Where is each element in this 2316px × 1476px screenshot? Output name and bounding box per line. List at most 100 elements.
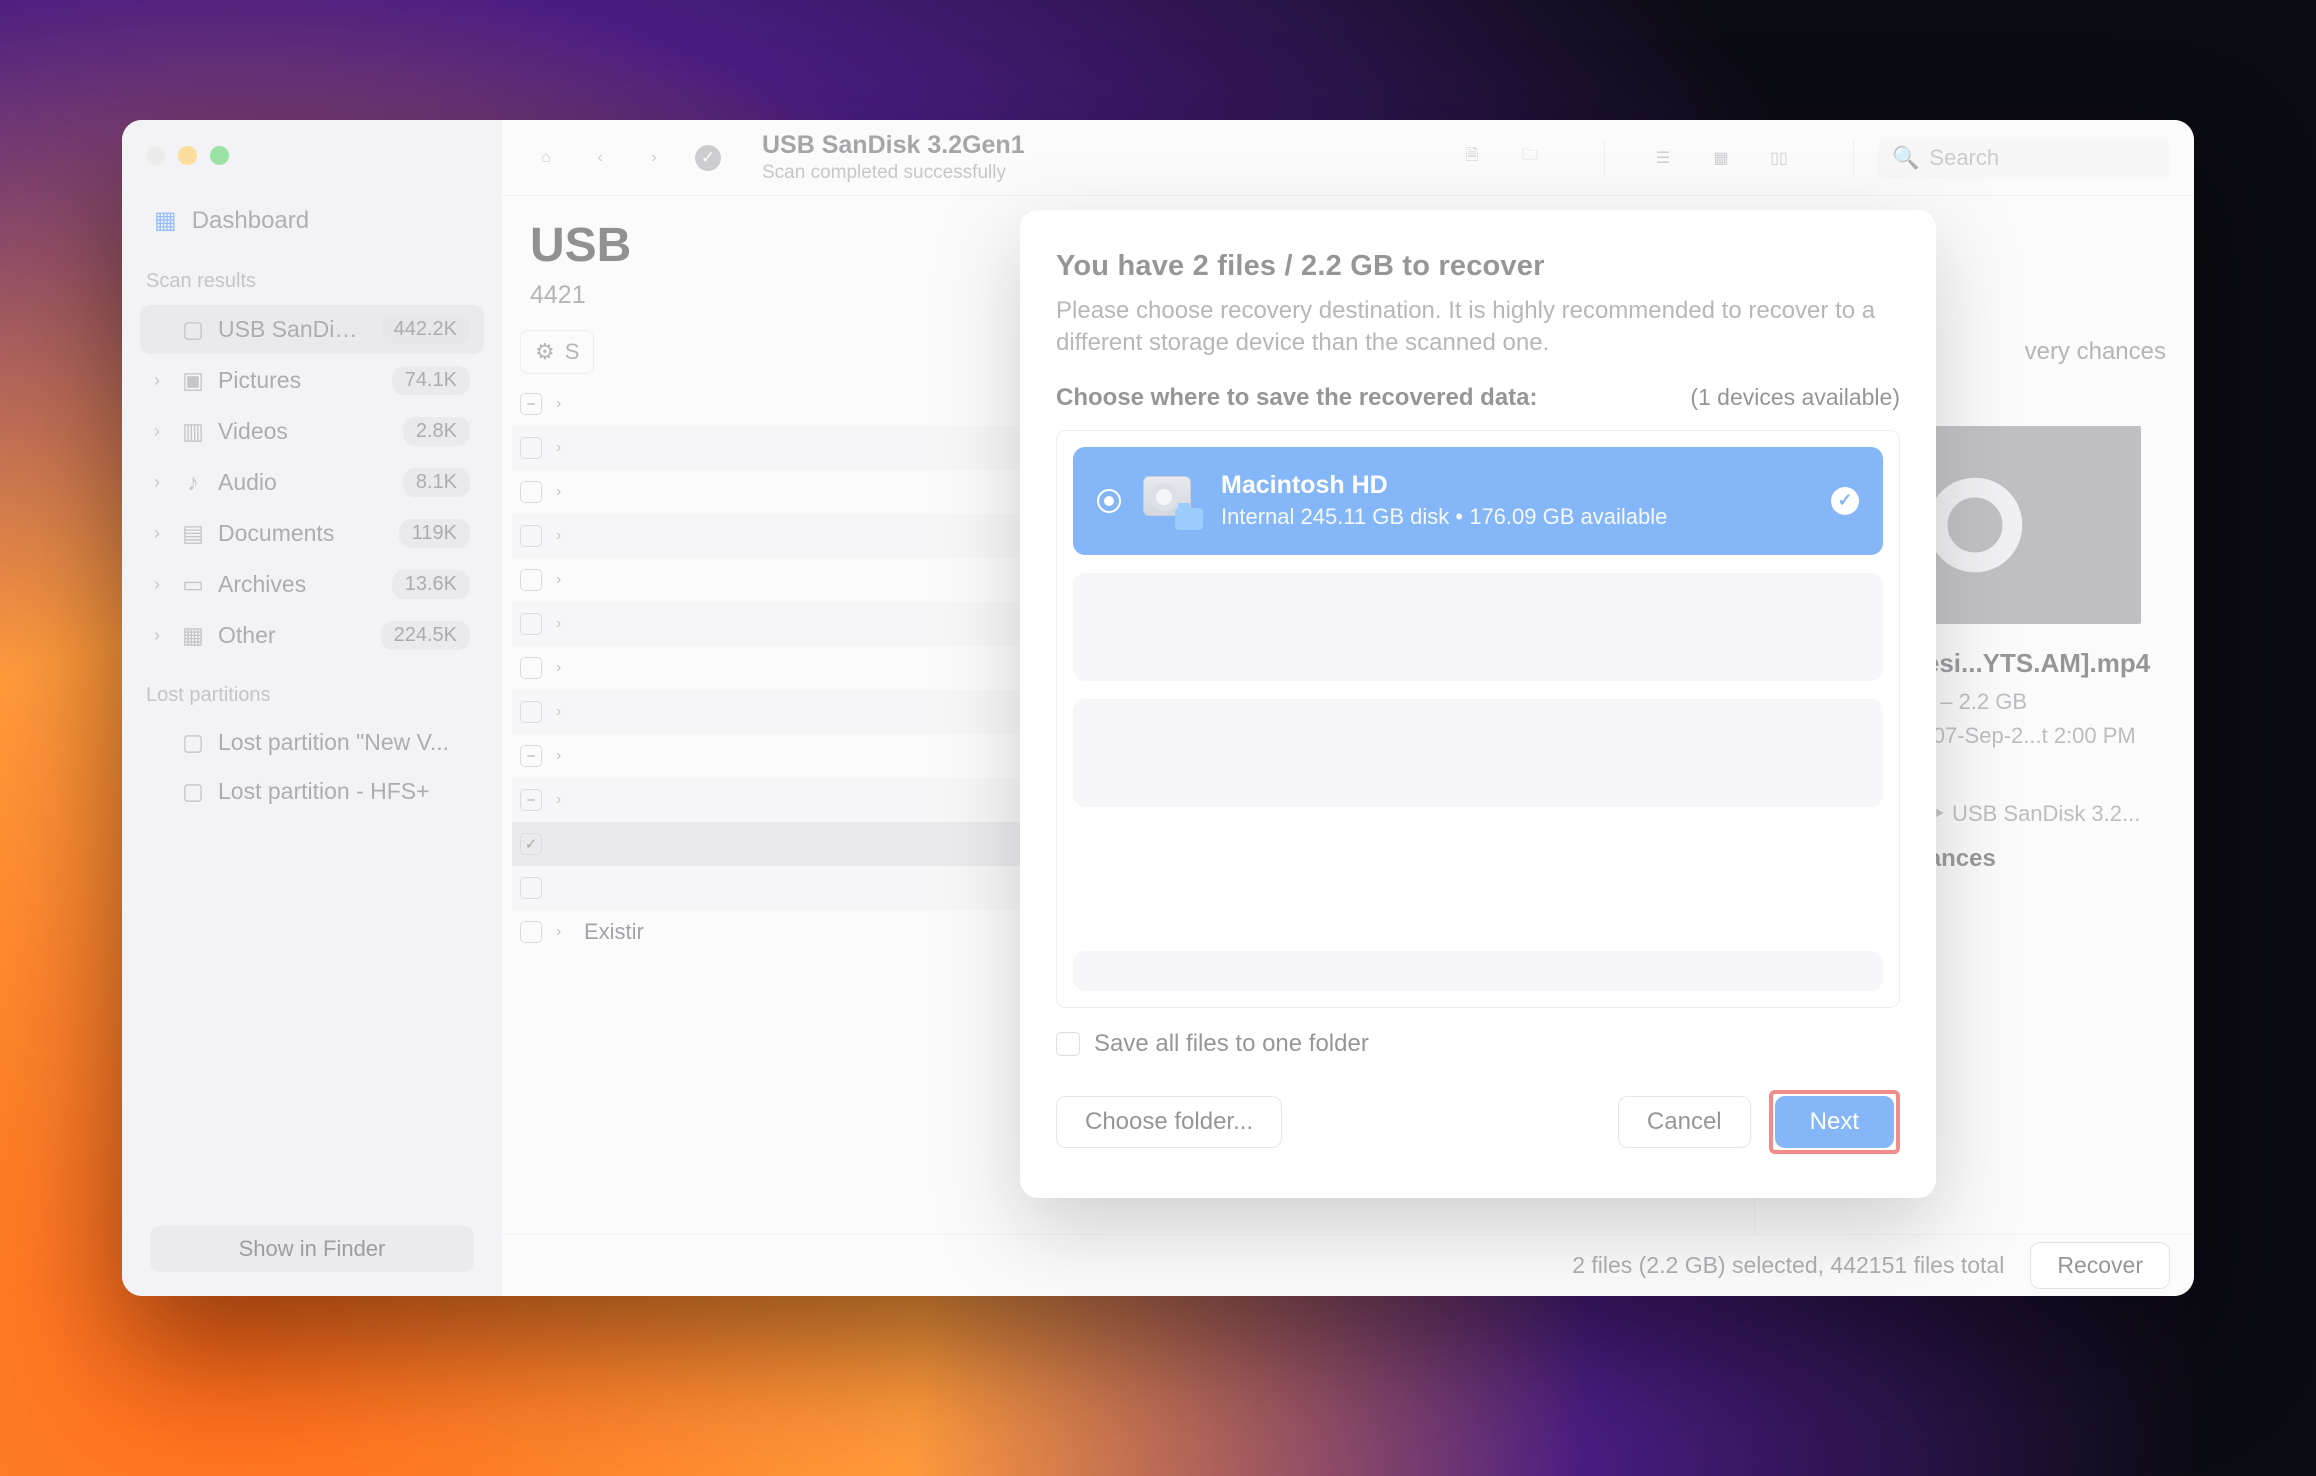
loading-ring-icon bbox=[1920, 470, 2030, 580]
toolbar-view-modes: ☰ ▦ ▯▯ bbox=[1629, 132, 1813, 184]
folder-icon[interactable]: 🗀 bbox=[1510, 138, 1550, 178]
grid-icon: ▦ bbox=[154, 206, 177, 235]
check-circle-icon: ✓ bbox=[1831, 487, 1859, 515]
count-badge: 74.1K bbox=[392, 366, 470, 395]
search-box[interactable]: 🔍 Search bbox=[1878, 137, 2170, 179]
choose-destination-label: Choose where to save the recovered data: bbox=[1056, 384, 1538, 412]
dashboard-label: Dashboard bbox=[192, 207, 309, 235]
nav-back-button[interactable]: ‹ bbox=[580, 138, 620, 178]
checkbox[interactable] bbox=[1056, 1032, 1080, 1056]
window-zoom-button[interactable] bbox=[210, 146, 229, 165]
toolbar-title: USB SanDisk 3.2Gen1 bbox=[762, 131, 1025, 160]
chevron-right-icon: › bbox=[154, 574, 168, 595]
sidebar-item-pictures[interactable]: › ▣ Pictures 74.1K bbox=[140, 356, 484, 405]
sidebar-item-lost-partition-2[interactable]: › ▢ Lost partition - HFS+ bbox=[140, 768, 484, 815]
window-close-button[interactable] bbox=[146, 146, 165, 165]
grid-view-icon[interactable]: ▦ bbox=[1701, 138, 1741, 178]
choose-folder-button[interactable]: Choose folder... bbox=[1056, 1096, 1282, 1148]
dialog-description: Please choose recovery destination. It i… bbox=[1056, 295, 1900, 360]
image-icon: ▣ bbox=[180, 367, 206, 394]
sidebar-item-usb-drive[interactable]: › ▢ USB SanDisk... 442.2K bbox=[140, 305, 484, 354]
sidebar-item-audio[interactable]: › ♪ Audio 8.1K bbox=[140, 458, 484, 507]
show-in-finder-button[interactable]: Show in Finder bbox=[150, 1226, 474, 1272]
drive-icon: ▢ bbox=[180, 778, 206, 805]
sidebar-item-label: Lost partition "New V... bbox=[218, 729, 470, 756]
sidebar-item-label: Lost partition - HFS+ bbox=[218, 778, 470, 805]
next-button-highlight: Next bbox=[1769, 1090, 1900, 1154]
nav-forward-button[interactable]: › bbox=[634, 138, 674, 178]
column-view-icon[interactable]: ▯▯ bbox=[1759, 138, 1799, 178]
checkbox[interactable] bbox=[520, 701, 542, 723]
checkbox-mixed[interactable] bbox=[520, 789, 542, 811]
count-badge: 442.2K bbox=[381, 315, 470, 344]
destination-placeholder bbox=[1073, 699, 1883, 807]
count-badge: 8.1K bbox=[403, 468, 470, 497]
new-file-icon[interactable]: 🗎 bbox=[1452, 138, 1492, 178]
page-subtitle: 4421 bbox=[530, 281, 631, 310]
recover-button[interactable]: Recover bbox=[2030, 1242, 2170, 1289]
chevron-right-icon: › bbox=[154, 625, 168, 646]
video-icon: ▥ bbox=[180, 418, 206, 445]
checkbox-checked[interactable] bbox=[520, 833, 542, 855]
home-button[interactable]: ⌂ bbox=[526, 138, 566, 178]
toolbar-file-actions: 🗎 🗀 bbox=[1438, 132, 1564, 184]
toolbar-subtitle: Scan completed successfully bbox=[762, 162, 1025, 184]
count-badge: 2.8K bbox=[403, 417, 470, 446]
filter-button[interactable]: ⚙ S bbox=[520, 330, 594, 374]
window-traffic-lights bbox=[140, 142, 484, 193]
count-badge: 224.5K bbox=[381, 621, 470, 650]
sliders-icon: ⚙ bbox=[535, 339, 555, 365]
sidebar-item-documents[interactable]: › ▤ Documents 119K bbox=[140, 509, 484, 558]
save-all-option[interactable]: Save all files to one folder bbox=[1056, 1030, 1900, 1058]
sidebar-item-other[interactable]: › ▦ Other 224.5K bbox=[140, 611, 484, 660]
sidebar-item-archives[interactable]: › ▭ Archives 13.6K bbox=[140, 560, 484, 609]
count-badge: 119K bbox=[399, 519, 470, 548]
archive-icon: ▭ bbox=[180, 571, 206, 598]
checkbox[interactable] bbox=[520, 481, 542, 503]
destination-placeholder bbox=[1073, 573, 1883, 681]
drive-icon: ▢ bbox=[180, 316, 206, 343]
sidebar-section-scan-results: Scan results bbox=[140, 248, 484, 303]
drive-icon: ▢ bbox=[180, 729, 206, 756]
home-icon: ⌂ bbox=[541, 149, 551, 167]
hard-disk-icon bbox=[1143, 476, 1199, 526]
sidebar-item-label: Documents bbox=[218, 520, 387, 547]
app-window: ▦ Dashboard Scan results › ▢ USB SanDisk… bbox=[122, 120, 2194, 1296]
destination-option-macintosh-hd[interactable]: Macintosh HD Internal 245.11 GB disk • 1… bbox=[1073, 447, 1883, 555]
checkbox-mixed[interactable] bbox=[520, 393, 542, 415]
nav-dashboard[interactable]: ▦ Dashboard bbox=[140, 195, 484, 246]
devices-available-label: (1 devices available) bbox=[1690, 384, 1900, 411]
checkbox-mixed[interactable] bbox=[520, 745, 542, 767]
checkbox[interactable] bbox=[520, 877, 542, 899]
cancel-button[interactable]: Cancel bbox=[1618, 1096, 1751, 1148]
sidebar-item-label: Videos bbox=[218, 418, 391, 445]
destination-placeholder bbox=[1073, 951, 1883, 991]
check-circle-icon: ✓ bbox=[695, 145, 721, 171]
chevron-right-icon: › bbox=[651, 149, 656, 167]
sidebar-item-videos[interactable]: › ▥ Videos 2.8K bbox=[140, 407, 484, 456]
list-view-icon[interactable]: ☰ bbox=[1643, 138, 1683, 178]
window-minimize-button[interactable] bbox=[178, 146, 197, 165]
checkbox[interactable] bbox=[520, 921, 542, 943]
checkbox[interactable] bbox=[520, 613, 542, 635]
audio-icon: ♪ bbox=[180, 469, 206, 496]
checkbox[interactable] bbox=[520, 525, 542, 547]
page-title: USB bbox=[530, 218, 631, 273]
sidebar-item-lost-partition-1[interactable]: › ▢ Lost partition "New V... bbox=[140, 719, 484, 766]
search-placeholder: Search bbox=[1929, 145, 1999, 171]
recovery-chances-column-label: very chances bbox=[2025, 338, 2166, 366]
destination-name: Macintosh HD bbox=[1221, 471, 1667, 500]
destination-detail: Internal 245.11 GB disk • 176.09 GB avai… bbox=[1221, 504, 1667, 530]
main-area: ⌂ ‹ › ✓ USB SanDisk 3.2Gen1 Scan complet… bbox=[502, 120, 2194, 1296]
radio-selected-icon bbox=[1097, 489, 1121, 513]
toolbar-title-block: USB SanDisk 3.2Gen1 Scan completed succe… bbox=[762, 131, 1025, 184]
save-all-label: Save all files to one folder bbox=[1094, 1030, 1369, 1058]
checkbox[interactable] bbox=[520, 657, 542, 679]
next-button[interactable]: Next bbox=[1775, 1096, 1894, 1148]
sidebar-item-label: Audio bbox=[218, 469, 391, 496]
checkbox[interactable] bbox=[520, 569, 542, 591]
checkbox[interactable] bbox=[520, 437, 542, 459]
toolbar-divider bbox=[1853, 141, 1854, 175]
chevron-left-icon: ‹ bbox=[597, 149, 602, 167]
sidebar-item-label: Other bbox=[218, 622, 369, 649]
